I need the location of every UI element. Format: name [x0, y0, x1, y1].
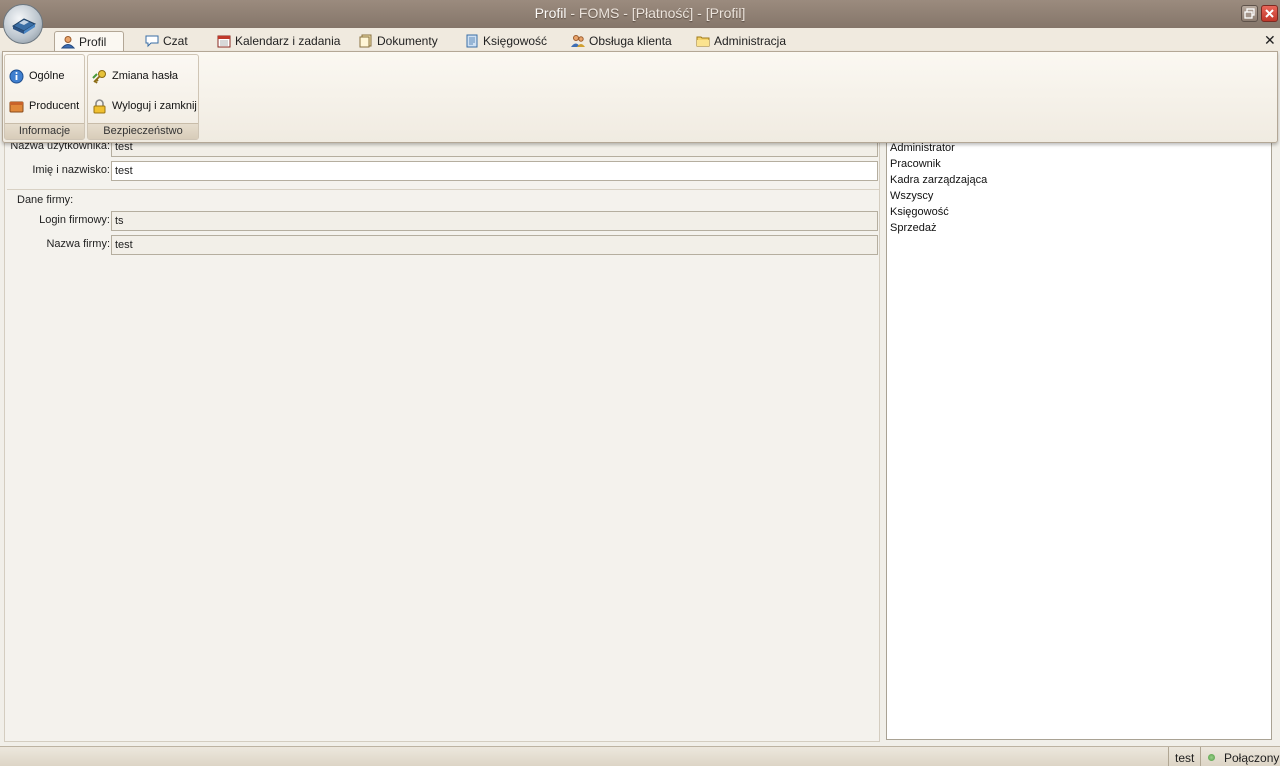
group-caption: Bezpieczeństwo	[88, 123, 198, 139]
fullname-label: Imię i nazwisko:	[32, 164, 110, 176]
producent-button[interactable]: Producent	[9, 97, 79, 115]
key-icon	[92, 69, 107, 84]
tab-dokumenty[interactable]: Dokumenty	[353, 31, 444, 51]
ribbon-button-label: Zmiana hasła	[112, 70, 179, 82]
tab-label: Profil	[79, 35, 107, 49]
customer-service-icon	[571, 34, 585, 48]
box-icon	[9, 99, 24, 114]
list-item[interactable]: Kadra zarządzająca	[890, 172, 987, 188]
restore-button[interactable]	[1241, 5, 1258, 22]
close-button[interactable]	[1261, 5, 1278, 22]
company-login-field[interactable]: ts	[111, 211, 878, 231]
status-separator	[1168, 747, 1169, 766]
list-item[interactable]: Sprzedaż	[890, 220, 987, 236]
ribbon-tab-row: Profil Czat Kalendarz i zadania Dokument…	[0, 28, 1280, 52]
ribbon-button-label: Wyloguj i zamknij	[112, 100, 197, 112]
tab-label: Kalendarz i zadania	[235, 34, 341, 48]
company-section-header: Dane firmy:	[17, 194, 74, 206]
tab-kalendarz[interactable]: Kalendarz i zadania	[211, 31, 346, 51]
company-login-label: Login firmowy:	[39, 214, 110, 226]
ribbon-button-label: Ogólne	[29, 70, 65, 82]
wyloguj-button[interactable]: Wyloguj i zamknij	[92, 97, 197, 115]
fullname-field[interactable]: test	[111, 161, 878, 181]
company-name-label: Nazwa firmy:	[46, 238, 110, 250]
tab-ksiegowosc[interactable]: Księgowość	[459, 31, 553, 51]
tab-label: Administracja	[714, 34, 787, 48]
status-user: test	[1175, 751, 1195, 765]
ogolne-button[interactable]: Ogólne	[9, 67, 64, 85]
close-ribbon-icon[interactable]: ✕	[1264, 32, 1276, 49]
tab-profil[interactable]: Profil	[54, 31, 124, 52]
connection-status-icon	[1208, 754, 1215, 761]
company-login-row: Login firmowy: ts	[5, 211, 885, 231]
zmiana-hasla-button[interactable]: Zmiana hasła	[92, 67, 178, 85]
status-separator	[1200, 747, 1201, 766]
info-icon	[9, 69, 24, 84]
group-bezpieczenstwo: Zmiana hasła Wyloguj i zamknij Bezpiecze…	[87, 54, 199, 140]
fullname-row: Imię i nazwisko: test	[5, 161, 885, 181]
roles-list-panel: Administrator Pracownik Kadra zarządzają…	[886, 140, 1272, 740]
app-menu-button[interactable]	[3, 4, 43, 44]
window-title-main: Profil	[534, 5, 567, 21]
company-name-field[interactable]: test	[111, 235, 878, 255]
window-title-rest: - FOMS - [Płatność] - [Profil]	[566, 5, 746, 21]
tab-label: Czat	[163, 34, 188, 48]
user-icon	[60, 35, 76, 49]
tab-label: Księgowość	[483, 34, 548, 48]
connection-status: Połączony	[1224, 751, 1280, 765]
chat-bubble-icon	[145, 34, 159, 48]
restore-icon	[1244, 8, 1255, 19]
tab-administracja[interactable]: Administracja	[690, 31, 792, 51]
company-name-row: Nazwa firmy: test	[5, 235, 885, 255]
status-bar: test Połączony	[0, 746, 1280, 766]
ribbon-panel: Ogólne Producent Informacje Zmiana hasła…	[2, 51, 1278, 143]
tab-label: Obsługa klienta	[589, 34, 672, 48]
profile-form-panel: Nazwa użytkownika: test Imię i nazwisko:…	[4, 137, 880, 742]
calendar-icon	[217, 34, 231, 48]
tab-label: Dokumenty	[377, 34, 438, 48]
folder-icon	[696, 34, 710, 48]
tab-obsluga-klienta[interactable]: Obsługa klienta	[565, 31, 678, 51]
ledger-icon	[465, 34, 479, 48]
group-informacje: Ogólne Producent Informacje	[4, 54, 85, 140]
window-title: Profil - FOMS - [Płatność] - [Profil]	[0, 5, 1280, 21]
list-item[interactable]: Pracownik	[890, 156, 987, 172]
list-item[interactable]: Księgowość	[890, 204, 987, 220]
company-section: Dane firmy:	[7, 189, 879, 739]
documents-icon	[359, 34, 373, 48]
app-logo-icon	[11, 18, 37, 34]
title-bar: Profil - FOMS - [Płatność] - [Profil]	[0, 0, 1280, 28]
roles-list: Administrator Pracownik Kadra zarządzają…	[890, 140, 987, 236]
group-caption: Informacje	[5, 123, 84, 139]
list-item[interactable]: Wszyscy	[890, 188, 987, 204]
lock-icon	[92, 98, 107, 114]
ribbon-button-label: Producent	[29, 100, 80, 112]
tab-czat[interactable]: Czat	[139, 31, 194, 51]
close-icon	[1265, 9, 1274, 18]
